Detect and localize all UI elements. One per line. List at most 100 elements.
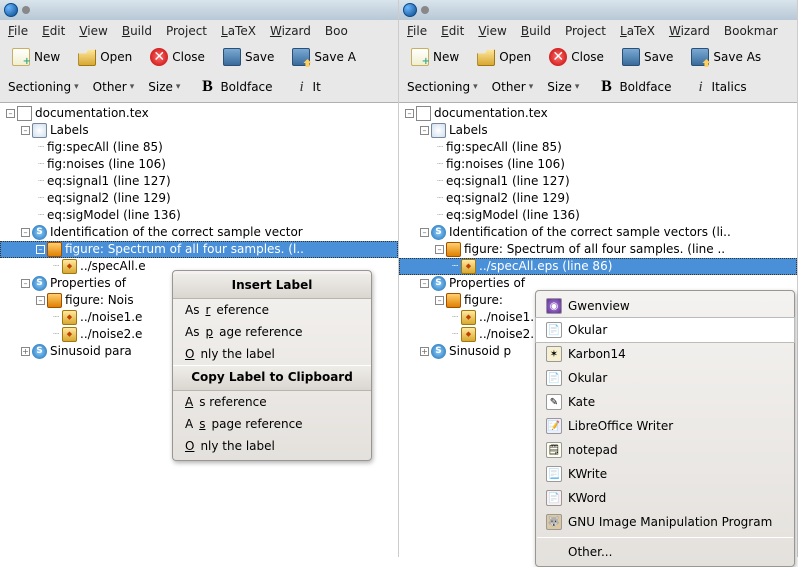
tree-labels[interactable]: –Labels xyxy=(399,122,797,139)
app-gwenview[interactable]: ◉Gwenview xyxy=(536,294,794,318)
close-icon: ✕ xyxy=(549,48,567,66)
kword-icon: 📄 xyxy=(546,490,562,506)
menu-bookmarks[interactable]: Boo xyxy=(325,24,348,38)
karbon-icon: ✶ xyxy=(546,346,562,362)
menu-bookmarks[interactable]: Bookmar xyxy=(724,24,778,38)
app-notepad[interactable]: 🗒notepad xyxy=(536,438,794,462)
menu-edit[interactable]: Edit xyxy=(441,24,464,38)
italics-button[interactable]: iIt xyxy=(291,77,325,98)
okular-icon: 📄 xyxy=(546,370,562,386)
open-button[interactable]: Open xyxy=(74,46,136,68)
toolbar-main: New Open ✕Close Save Save As xyxy=(399,42,797,72)
app-kword[interactable]: 📄KWord xyxy=(536,486,794,510)
menu-wizard[interactable]: Wizard xyxy=(669,24,710,38)
figure-icon xyxy=(446,242,461,257)
app-kwrite[interactable]: 📃KWrite xyxy=(536,462,794,486)
close-button[interactable]: ✕Close xyxy=(146,46,209,68)
tree-figure[interactable]: –figure: Spectrum of all four samples. (… xyxy=(399,241,797,258)
ctx-as-reference[interactable]: As reference xyxy=(173,299,371,321)
app-okular2[interactable]: 📄Okular xyxy=(536,366,794,390)
tree-item[interactable]: ┈eq:sigModel (line 136) xyxy=(399,207,797,224)
sectioning-dropdown[interactable]: Sectioning▾ xyxy=(407,80,478,94)
ctx-copy-as-reference[interactable]: As reference xyxy=(173,391,371,413)
menu-build[interactable]: Build xyxy=(521,24,551,38)
figure-icon xyxy=(446,293,461,308)
other-dropdown[interactable]: Other▾ xyxy=(492,80,534,94)
label-context-menu[interactable]: Insert Label As reference As page refere… xyxy=(172,270,372,461)
boldface-button[interactable]: BBoldface xyxy=(593,76,675,98)
italic-icon: i xyxy=(295,79,309,96)
other-dropdown[interactable]: Other▾ xyxy=(93,80,135,94)
size-dropdown[interactable]: Size▾ xyxy=(547,80,579,94)
tree-figure-selected[interactable]: –figure: Spectrum of all four samples. (… xyxy=(0,241,398,258)
separator xyxy=(537,537,793,538)
section-icon: S xyxy=(32,225,47,240)
saveas-button[interactable]: Save As xyxy=(687,46,765,68)
eps-icon xyxy=(461,259,476,274)
app-other[interactable]: Other... xyxy=(536,541,794,563)
menu-file[interactable]: File xyxy=(8,24,28,38)
tree-root[interactable]: –documentation.tex xyxy=(0,105,398,122)
ctx-as-page-reference[interactable]: As page reference xyxy=(173,321,371,343)
tree-item[interactable]: ┈fig:specAll (line 85) xyxy=(0,139,398,156)
size-dropdown[interactable]: Size▾ xyxy=(148,80,180,94)
menu-wizard[interactable]: Wizard xyxy=(270,24,311,38)
bold-icon: B xyxy=(597,78,615,96)
ctx-copy-as-page-reference[interactable]: As page reference xyxy=(173,413,371,435)
menubar[interactable]: File Edit View Build Project LaTeX Wizar… xyxy=(399,20,797,42)
menu-build[interactable]: Build xyxy=(122,24,152,38)
italics-button[interactable]: iItalics xyxy=(690,77,751,98)
tree-item[interactable]: ┈eq:signal2 (line 129) xyxy=(399,190,797,207)
ctx-only-label[interactable]: Only the label xyxy=(173,343,371,365)
menubar[interactable]: File Edit View Build Project LaTeX Wizar… xyxy=(0,20,398,42)
app-kate[interactable]: ✎Kate xyxy=(536,390,794,414)
ctx-copy-only-label[interactable]: Only the label xyxy=(173,435,371,457)
eps-icon xyxy=(461,327,476,342)
gimp-icon: 🐺 xyxy=(546,514,562,530)
app-okular[interactable]: 📄Okular xyxy=(536,318,794,342)
saveas-button[interactable]: Save A xyxy=(288,46,359,68)
eps-icon xyxy=(461,310,476,325)
new-button[interactable]: New xyxy=(8,46,64,68)
new-button[interactable]: New xyxy=(407,46,463,68)
left-window: File Edit View Build Project LaTeX Wizar… xyxy=(0,0,399,557)
save-button[interactable]: Save xyxy=(618,46,677,68)
tree-item[interactable]: ┈fig:noises (line 106) xyxy=(399,156,797,173)
menu-latex[interactable]: LaTeX xyxy=(620,24,655,38)
menu-view[interactable]: View xyxy=(79,24,107,38)
menu-file[interactable]: File xyxy=(407,24,427,38)
tree-root[interactable]: –documentation.tex xyxy=(399,105,797,122)
eps-icon xyxy=(62,327,77,342)
titlebar xyxy=(0,0,398,20)
ctx-header-copy: Copy Label to Clipboard xyxy=(173,365,371,391)
open-with-menu[interactable]: ◉Gwenview 📄Okular ✶Karbon14 📄Okular ✎Kat… xyxy=(535,290,795,567)
menu-project[interactable]: Project xyxy=(565,24,606,38)
tree-item[interactable]: ┈eq:signal2 (line 129) xyxy=(0,190,398,207)
menu-project[interactable]: Project xyxy=(166,24,207,38)
menu-latex[interactable]: LaTeX xyxy=(221,24,256,38)
tree-item[interactable]: ┈eq:signal1 (line 127) xyxy=(0,173,398,190)
tree-item[interactable]: ┈fig:noises (line 106) xyxy=(0,156,398,173)
menu-edit[interactable]: Edit xyxy=(42,24,65,38)
close-button[interactable]: ✕Close xyxy=(545,46,608,68)
open-icon xyxy=(78,48,96,66)
save-button[interactable]: Save xyxy=(219,46,278,68)
tree-item[interactable]: ┈eq:sigModel (line 136) xyxy=(0,207,398,224)
tree-section[interactable]: –SIdentification of the correct sample v… xyxy=(399,224,797,241)
open-icon xyxy=(477,48,495,66)
boldface-button[interactable]: BBoldface xyxy=(194,76,276,98)
tree-eps-selected[interactable]: ┈../specAll.eps (line 86) xyxy=(399,258,797,275)
tree-section[interactable]: –SIdentification of the correct sample v… xyxy=(0,224,398,241)
tree-labels[interactable]: –Labels xyxy=(0,122,398,139)
app-libreoffice-writer[interactable]: 📝LibreOffice Writer xyxy=(536,414,794,438)
open-button[interactable]: Open xyxy=(473,46,535,68)
sectioning-dropdown[interactable]: Sectioning▾ xyxy=(8,80,79,94)
section-icon: S xyxy=(32,344,47,359)
ctx-header-insert: Insert Label xyxy=(173,274,371,299)
tree-item[interactable]: ┈eq:signal1 (line 127) xyxy=(399,173,797,190)
app-karbon[interactable]: ✶Karbon14 xyxy=(536,342,794,366)
menu-view[interactable]: View xyxy=(478,24,506,38)
app-gimp[interactable]: 🐺GNU Image Manipulation Program xyxy=(536,510,794,534)
tree-item[interactable]: ┈fig:specAll (line 85) xyxy=(399,139,797,156)
section-icon: S xyxy=(431,344,446,359)
